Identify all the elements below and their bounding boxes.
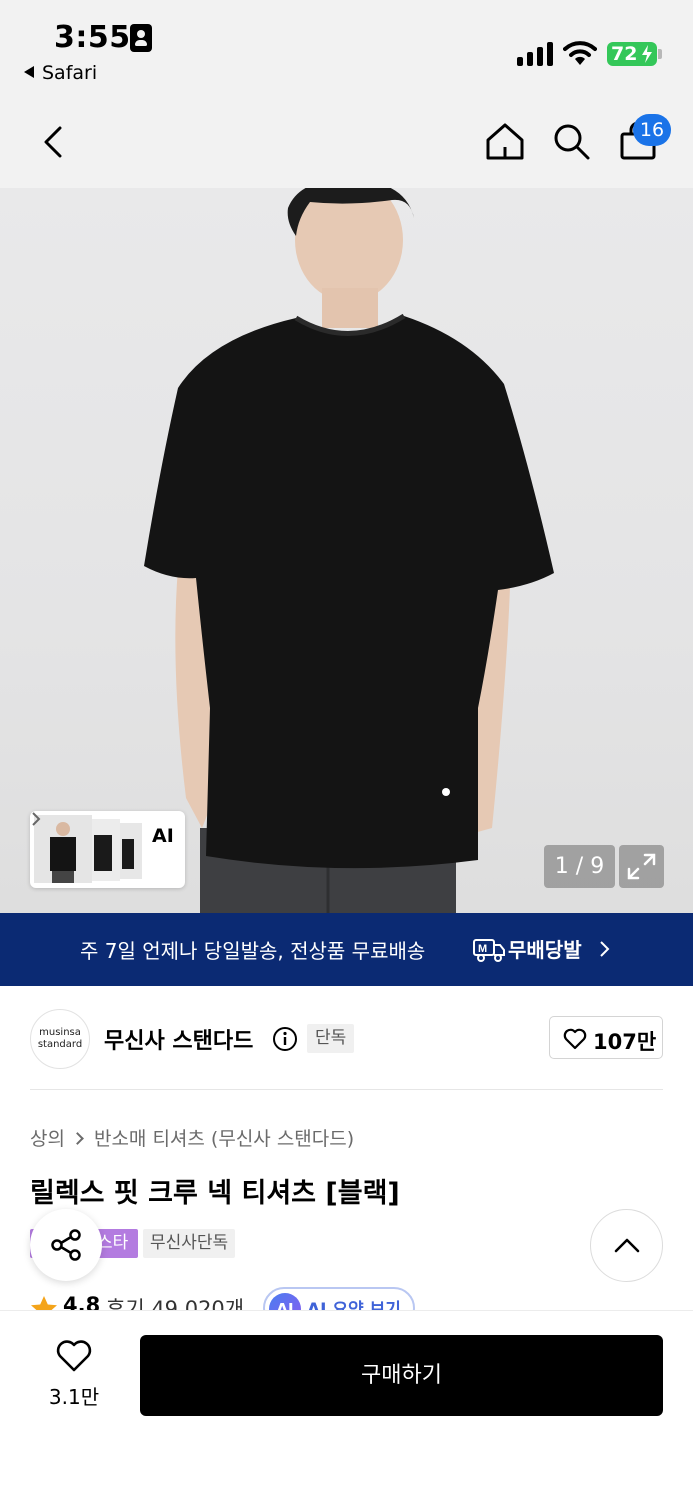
musinsa-exclusive-tag: 무신사단독 — [143, 1229, 236, 1258]
info-icon[interactable] — [272, 1026, 298, 1052]
top-navigation-bar — [0, 100, 693, 188]
chevron-right-icon — [71, 1132, 84, 1145]
heart-icon — [56, 1340, 92, 1372]
expand-icon — [627, 853, 656, 880]
wishlist-count: 3.1만 — [48, 1385, 100, 1409]
ai-lookbook-thumbnail[interactable]: AI — [30, 811, 185, 888]
promo-brand: 무배당발 — [508, 938, 582, 962]
product-image-gallery[interactable]: AI 1 / 9 — [0, 188, 693, 913]
home-icon[interactable] — [484, 120, 526, 162]
bottom-purchase-bar: 3.1만 구매하기 — [0, 1310, 693, 1500]
brand-like-count: 107만 — [593, 1030, 657, 1054]
chevron-left-icon[interactable] — [36, 122, 72, 162]
battery-indicator: 72 — [607, 42, 657, 66]
search-icon[interactable] — [550, 120, 592, 162]
battery-cap — [658, 49, 662, 59]
brand-logo[interactable]: musinsa standard — [30, 1009, 90, 1069]
thumbnail-images — [34, 815, 142, 883]
product-title: 릴렉스 핏 크루 넥 티셔츠 [블랙] — [30, 1178, 400, 1209]
status-time: 3:55 — [54, 20, 131, 55]
breadcrumb-item-subcategory[interactable]: 반소매 티셔츠 (무신사 스탠다드) — [94, 1128, 354, 1150]
buy-button[interactable]: 구매하기 — [140, 1335, 663, 1416]
free-shipping-banner[interactable]: 주 7일 언제나 당일발송, 전상품 무료배송 M 무배당발 — [0, 913, 693, 986]
exclusive-tag: 단독 — [307, 1024, 355, 1053]
delivery-truck-icon: M — [473, 939, 505, 962]
cellular-signal-icon — [517, 42, 555, 66]
back-to-app-label: Safari — [42, 62, 98, 84]
image-counter: 1 / 9 — [544, 845, 615, 888]
wifi-icon — [563, 41, 597, 65]
breadcrumb: 상의 반소매 티셔츠 (무신사 스탠다드) — [30, 1124, 354, 1151]
brand-name[interactable]: 무신사 스탠다드 — [104, 1023, 253, 1055]
share-icon — [51, 1229, 81, 1261]
expand-button[interactable] — [619, 845, 664, 888]
heart-icon — [563, 1028, 587, 1050]
ai-label: AI — [152, 825, 174, 847]
chevron-up-icon — [614, 1238, 640, 1253]
promo-text: 주 7일 언제나 당일발송, 전상품 무료배송 — [80, 939, 426, 963]
battery-percent: 72 — [611, 43, 638, 65]
status-bar: 3:55 Safari 72 — [0, 0, 693, 100]
breadcrumb-item-category[interactable]: 상의 — [30, 1128, 65, 1150]
svg-text:M: M — [478, 943, 487, 955]
divider — [30, 1089, 663, 1090]
charging-bolt-icon — [642, 45, 652, 63]
brand-logo-line2: standard — [37, 1039, 83, 1050]
brand-logo-line1: musinsa — [39, 1027, 81, 1038]
back-triangle-icon — [24, 66, 34, 78]
share-button[interactable] — [30, 1209, 102, 1281]
product-photo — [144, 188, 554, 913]
scroll-to-top-button[interactable] — [590, 1209, 663, 1282]
back-to-safari-link[interactable]: Safari — [24, 62, 97, 84]
cart-count-badge: 16 — [633, 114, 671, 146]
chevron-right-icon — [600, 941, 610, 957]
wishlist-button[interactable]: 3.1만 — [40, 1335, 108, 1415]
contact-card-icon — [130, 24, 152, 52]
brand-like-button[interactable]: 107만 — [549, 1016, 663, 1059]
chevron-right-icon — [32, 812, 41, 826]
